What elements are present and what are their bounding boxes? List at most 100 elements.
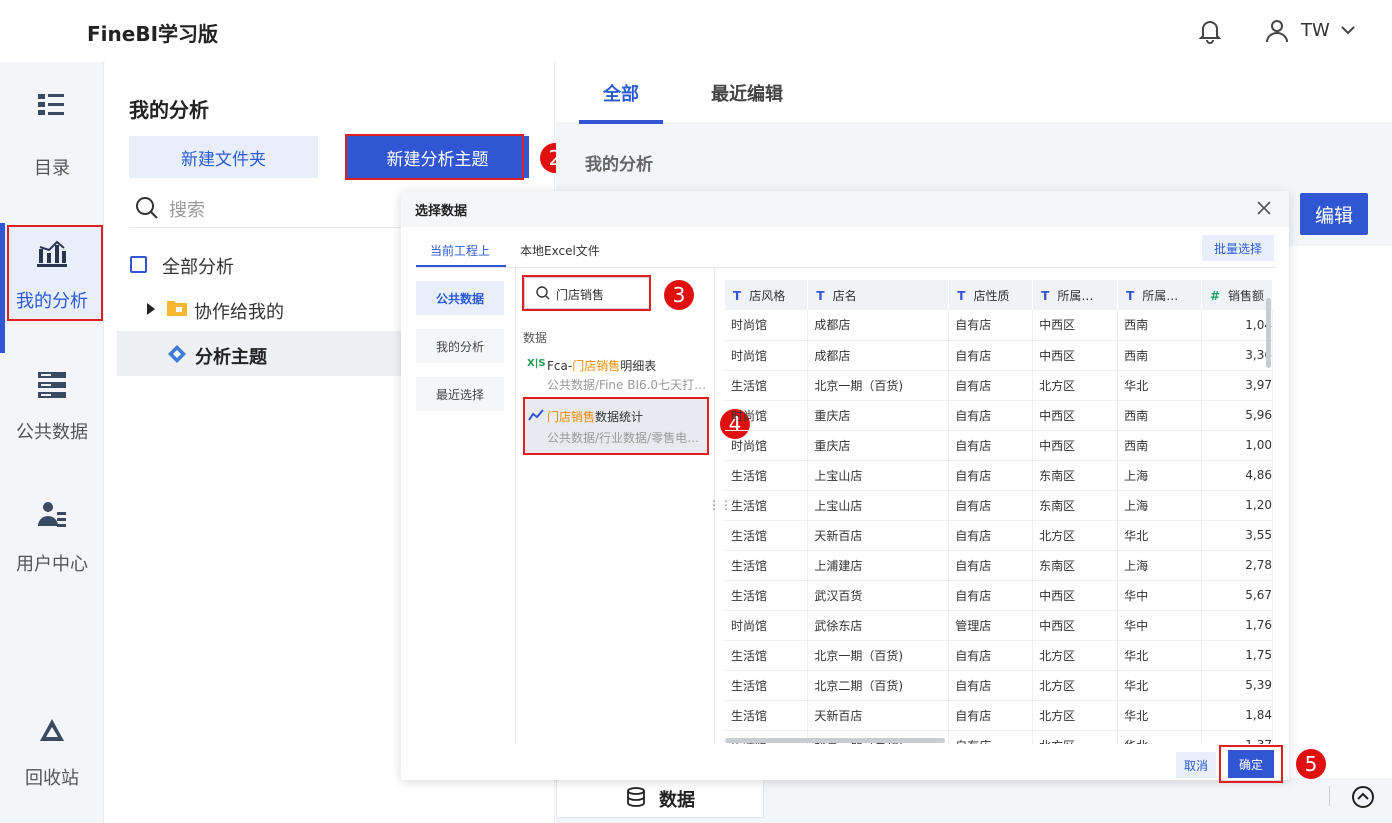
tree-item-all-analysis[interactable]: 全部分析 (162, 253, 234, 279)
table-cell: 生活馆 (725, 550, 809, 581)
highlight-box-step1 (7, 225, 103, 321)
table-cell: 天新百店 (807, 700, 950, 731)
bell-icon[interactable] (1197, 18, 1223, 48)
edit-button[interactable]: 编辑 (1300, 193, 1368, 235)
table-cell: 成都店 (807, 340, 950, 371)
new-folder-button[interactable]: 新建文件夹 (129, 136, 318, 178)
tree-item-collab[interactable]: 协作给我的 (194, 298, 284, 324)
batch-select-button[interactable]: 批量选择 (1202, 235, 1274, 261)
sidebar-item-recycle[interactable]: 回收站 (0, 702, 104, 802)
table-cell: 东南区 (1032, 490, 1119, 521)
table-row: 生活馆 北京一期（百货) 自有店 北方区 华北 3,97 (725, 370, 1273, 401)
table-row: 生活馆 上宝山店 自有店 东南区 上海 4,86 (725, 460, 1273, 491)
number-type-icon: # (1209, 288, 1221, 303)
nav-public-data[interactable]: 公共数据 (416, 281, 504, 315)
table-cell: 1,76 (1201, 610, 1273, 641)
table-cell: 武徐东店 (807, 610, 950, 641)
table-row: 生活馆 天新百店 自有店 北方区 华北 1,84 (725, 700, 1273, 731)
table-cell: 西南 (1117, 340, 1202, 371)
text-type-icon: T (816, 288, 825, 303)
table-cell: 北方区 (1032, 700, 1119, 731)
column-header[interactable]: # 销售额 (1201, 280, 1273, 310)
table-cell: 3,36 (1201, 340, 1273, 371)
table-cell: 生活馆 (725, 670, 809, 701)
table-cell: 3,55 (1201, 520, 1273, 551)
table-cell: 西南 (1117, 310, 1202, 341)
table-cell: 北方区 (1032, 370, 1119, 401)
sidebar-item-user-center[interactable]: 用户中心 (0, 488, 104, 588)
table-cell: 时尚馆 (725, 610, 809, 641)
table-cell: 中西区 (1032, 340, 1119, 371)
table-cell: 2,78 (1201, 550, 1273, 581)
table-cell: 1,37 (1201, 730, 1273, 744)
tabs-bar (556, 62, 1392, 122)
horizontal-scrollbar[interactable] (725, 738, 945, 743)
user-icon[interactable] (1265, 18, 1289, 48)
table-row: 生活馆 上宝山店 自有店 东南区 上海 1,20 (725, 490, 1273, 521)
table-cell: 北方区 (1032, 520, 1119, 551)
table-cell: 东南区 (1032, 550, 1119, 581)
column-header[interactable]: T 店性质 (948, 280, 1034, 310)
highlight-box-step5 (1219, 745, 1283, 783)
table-cell: 生活馆 (725, 580, 809, 611)
column-header[interactable]: T 店名 (807, 280, 950, 310)
user-center-icon (38, 502, 66, 527)
nav-my-analysis[interactable]: 我的分析 (416, 329, 504, 363)
table-cell: 华北 (1117, 640, 1202, 671)
table-cell: 北京二期（百货) (807, 670, 950, 701)
table-cell: 自有店 (948, 310, 1034, 341)
tab-current-project[interactable]: 当前工程上 (430, 242, 490, 259)
table-cell: 5,96 (1201, 400, 1273, 431)
sidebar-item-catalog[interactable]: 目录 (0, 90, 104, 190)
tab-divider (416, 267, 1276, 268)
dataset-item-1[interactable]: Fca-门店销售明细表 (547, 357, 656, 374)
table-row: 时尚馆 重庆店 自有店 中西区 西南 1,00 (725, 430, 1273, 461)
tab-all[interactable]: 全部 (603, 80, 639, 106)
catalog-icon (38, 94, 64, 115)
tree-item-analysis-theme[interactable]: 分析主题 (195, 343, 267, 369)
vertical-scrollbar[interactable] (1266, 298, 1271, 368)
table-cell: 管理店 (948, 610, 1034, 641)
sidebar-item-label: 公共数据 (16, 422, 88, 443)
divider (1329, 786, 1330, 806)
table-cell: 5,67 (1201, 580, 1273, 611)
sidebar-item-label: 回收站 (25, 768, 79, 789)
sidebar-item-public-data[interactable]: 公共数据 (0, 356, 104, 456)
checkbox-icon[interactable] (130, 256, 147, 273)
text-type-icon: T (1126, 288, 1135, 303)
table-cell: 上宝山店 (807, 460, 950, 491)
chevron-down-icon[interactable] (1340, 24, 1356, 40)
nav-recent-select[interactable]: 最近选择 (416, 377, 504, 411)
table-cell: 中西区 (1032, 310, 1119, 341)
table-cell: 中西区 (1032, 610, 1119, 641)
divider (515, 268, 516, 744)
username[interactable]: TW (1301, 20, 1330, 41)
app-title: FineBI学习版 (87, 22, 219, 46)
table-cell: 自有店 (948, 370, 1034, 401)
caret-right-icon[interactable] (146, 303, 156, 319)
table-cell: 生活馆 (725, 700, 809, 731)
table-cell: 华中 (1117, 580, 1202, 611)
column-header[interactable]: T 所属… (1117, 280, 1202, 310)
close-icon[interactable] (1257, 201, 1271, 219)
dialog-title: 选择数据 (415, 204, 468, 219)
cancel-button[interactable]: 取消 (1176, 752, 1216, 778)
sidebar-item-label: 用户中心 (16, 554, 88, 575)
table-cell: 自有店 (948, 460, 1034, 491)
table-cell: 生活馆 (725, 640, 809, 671)
table-row: 生活馆 北京二期（百货) 自有店 北方区 华北 5,39 (725, 670, 1273, 701)
column-header[interactable]: T 所属… (1032, 280, 1119, 310)
tab-recent-edit[interactable]: 最近编辑 (711, 80, 783, 106)
table-cell: 自有店 (948, 700, 1034, 731)
table-cell: 生活馆 (725, 460, 809, 491)
table-cell: 自有店 (948, 340, 1034, 371)
column-header[interactable]: T 店风格 (725, 280, 809, 310)
table-cell: 1,00 (1201, 430, 1273, 461)
chevron-up-circle-icon[interactable] (1351, 785, 1375, 813)
table-cell: 重庆店 (807, 430, 950, 461)
table-row: 生活馆 北京一期（百货) 自有店 北方区 华北 1,75 (725, 640, 1273, 671)
tab-local-excel[interactable]: 本地Excel文件 (520, 242, 600, 259)
theme-diamond-icon (167, 344, 187, 368)
table-cell: 北方区 (1032, 670, 1119, 701)
table-cell: 时尚馆 (725, 310, 809, 341)
